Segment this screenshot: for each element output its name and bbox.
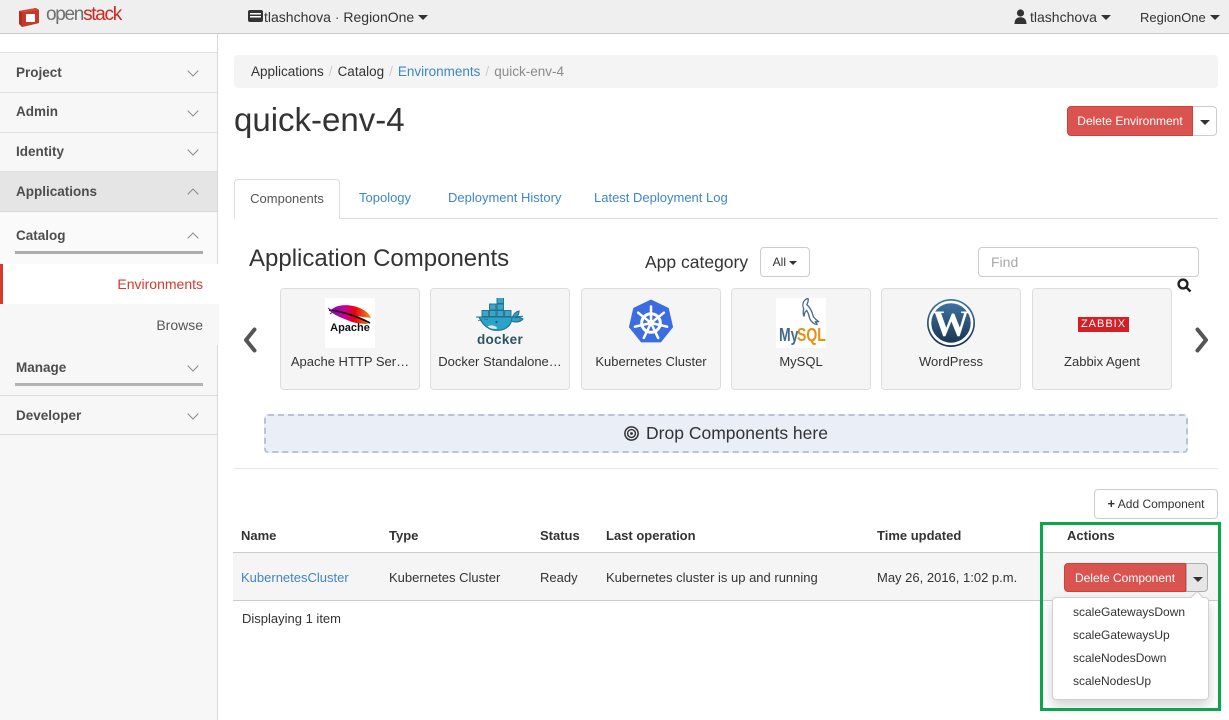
svg-text:Apache: Apache (330, 322, 370, 334)
svg-text:SQL: SQL (797, 324, 826, 346)
svg-text:W: W (933, 304, 970, 345)
svg-text:docker: docker (477, 332, 524, 347)
